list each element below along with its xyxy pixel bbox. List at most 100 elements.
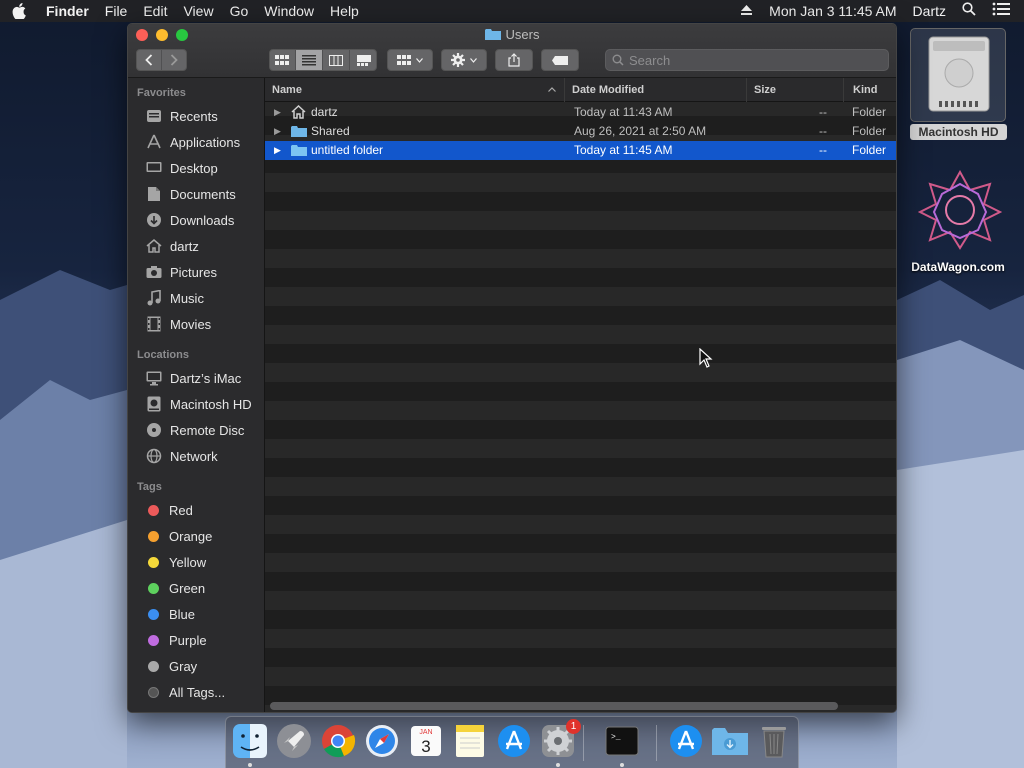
home-icon — [145, 237, 163, 255]
sidebar-item-label: Gray — [169, 658, 198, 674]
menu-edit[interactable]: Edit — [135, 0, 175, 22]
menu-window[interactable]: Window — [256, 0, 322, 22]
menu-help[interactable]: Help — [322, 0, 367, 22]
sidebar-item-macintosh-hd[interactable]: Macintosh HD — [145, 393, 252, 415]
download-icon — [145, 211, 163, 229]
spotlight-search-icon[interactable] — [954, 0, 984, 22]
table-row[interactable]: ▶ Shared Aug 26, 2021 at 2:50 AM -- Fold… — [265, 122, 896, 141]
action-menu-button[interactable] — [441, 49, 487, 71]
sidebar-item-label: Green — [169, 580, 206, 596]
notification-center-icon[interactable] — [984, 0, 1024, 22]
column-view-button[interactable] — [323, 50, 350, 70]
column-header-name[interactable]: Name — [265, 78, 564, 102]
eject-icon[interactable] — [732, 0, 761, 22]
sidebar-item-label: dartz — [170, 238, 199, 254]
disclosure-triangle-icon[interactable]: ▶ — [274, 103, 281, 122]
dock-system-preferences[interactable]: 1 — [539, 719, 581, 760]
dock-terminal[interactable]: >_ — [603, 722, 641, 760]
tags-button[interactable] — [541, 49, 579, 71]
back-button[interactable] — [137, 50, 162, 70]
compass-icon — [366, 725, 398, 757]
sidebar-item-downloads[interactable]: Downloads — [145, 209, 234, 231]
grid-icon — [275, 54, 289, 65]
datawagon-logo-icon[interactable] — [918, 170, 1002, 250]
menu-file[interactable]: File — [97, 0, 136, 22]
search-icon — [612, 54, 624, 66]
group-by-button[interactable] — [387, 49, 433, 71]
dock-applications-folder[interactable] — [667, 722, 705, 760]
downloads-folder-icon — [712, 728, 748, 755]
dock-calendar[interactable]: JAN 3 — [407, 722, 445, 760]
sidebar-item-documents[interactable]: Documents — [145, 183, 236, 205]
hard-drive-icon — [145, 395, 163, 413]
sidebar-tag-purple[interactable]: Purple — [145, 629, 207, 651]
all-tags-icon — [148, 686, 159, 698]
file-size: -- — [819, 105, 827, 119]
sidebar-item-imac[interactable]: Dartz’s iMac — [145, 367, 241, 389]
calendar-month: JAN — [419, 729, 432, 736]
sidebar-item-remote-disc[interactable]: Remote Disc — [145, 419, 244, 441]
forward-button[interactable] — [162, 50, 187, 70]
dock-safari[interactable] — [363, 722, 401, 760]
dock-divider — [656, 725, 657, 761]
dock-downloads-folder[interactable] — [711, 722, 749, 760]
sidebar-item-pictures[interactable]: Pictures — [145, 261, 217, 283]
search-field[interactable]: Search — [605, 49, 889, 71]
desktop-macintosh-hd[interactable] — [910, 28, 1006, 122]
sidebar-item-label: Red — [169, 502, 193, 518]
dock-app-store[interactable] — [495, 722, 533, 760]
back-forward-buttons — [136, 49, 187, 71]
sidebar-all-tags[interactable]: All Tags... — [145, 681, 225, 703]
column-header-date[interactable]: Date Modified — [564, 78, 746, 102]
gallery-view-button[interactable] — [350, 50, 377, 70]
sort-chevron-up-icon — [548, 87, 556, 92]
table-row[interactable]: ▶ dartz Today at 11:43 AM -- Folder — [265, 103, 896, 122]
column-header-kind[interactable]: Kind — [843, 78, 896, 102]
sidebar-tag-green[interactable]: Green — [145, 577, 205, 599]
menu-app-finder[interactable]: Finder — [38, 0, 97, 22]
dock-finder[interactable] — [231, 722, 269, 760]
sidebar-tag-gray[interactable]: Gray — [145, 655, 197, 677]
table-row-selected[interactable]: ▶ untitled folder Today at 11:45 AM -- F… — [265, 141, 896, 160]
running-indicator — [248, 763, 252, 767]
dock-launchpad[interactable] — [275, 722, 313, 760]
sidebar-item-network[interactable]: Network — [145, 445, 218, 467]
sidebar-tag-blue[interactable]: Blue — [145, 603, 195, 625]
sidebar-item-desktop[interactable]: Desktop — [145, 157, 218, 179]
menu-view[interactable]: View — [175, 0, 221, 22]
sidebar-item-label: Downloads — [170, 212, 235, 228]
sidebar-item-dartz[interactable]: dartz — [145, 235, 199, 257]
sidebar-tag-yellow[interactable]: Yellow — [145, 551, 206, 573]
notification-badge: 1 — [566, 719, 581, 734]
menu-user[interactable]: Dartz — [905, 0, 954, 22]
dock-trash[interactable] — [755, 722, 793, 760]
disclosure-triangle-icon[interactable]: ▶ — [274, 141, 281, 160]
sidebar-item-applications[interactable]: Applications — [145, 131, 240, 153]
sidebar-item-music[interactable]: Music — [145, 287, 204, 309]
disclosure-triangle-icon[interactable]: ▶ — [274, 122, 281, 141]
sidebar-tag-red[interactable]: Red — [145, 499, 193, 521]
menu-go[interactable]: Go — [222, 0, 257, 22]
finder-window: Users Search Favorites Recents Applicati… — [127, 23, 897, 713]
tag-color-dot — [148, 556, 159, 568]
gear-icon — [451, 53, 465, 67]
column-header-size[interactable]: Size — [746, 78, 843, 102]
file-date: Today at 11:45 AM — [574, 143, 673, 157]
icon-view-button[interactable] — [269, 50, 296, 70]
sidebar-item-recents[interactable]: Recents — [145, 105, 218, 127]
menu-clock[interactable]: Mon Jan 3 11:45 AM — [761, 0, 904, 22]
share-button[interactable] — [495, 49, 533, 71]
tag-icon — [552, 55, 568, 65]
tag-color-dot — [148, 660, 159, 672]
dock-notes[interactable] — [451, 722, 489, 760]
desktop-datawagon-label: DataWagon.com — [911, 260, 1005, 274]
sidebar-item-movies[interactable]: Movies — [145, 313, 211, 335]
horizontal-scrollbar[interactable] — [270, 702, 838, 710]
sidebar-tag-orange[interactable]: Orange — [145, 525, 212, 547]
sidebar-item-label: Blue — [169, 606, 196, 622]
apple-menu-icon[interactable] — [0, 3, 38, 19]
sidebar-header-tags: Tags — [137, 481, 162, 493]
list-view-button[interactable] — [296, 50, 323, 70]
dock-chrome[interactable] — [319, 722, 357, 760]
tag-color-dot — [148, 530, 159, 542]
